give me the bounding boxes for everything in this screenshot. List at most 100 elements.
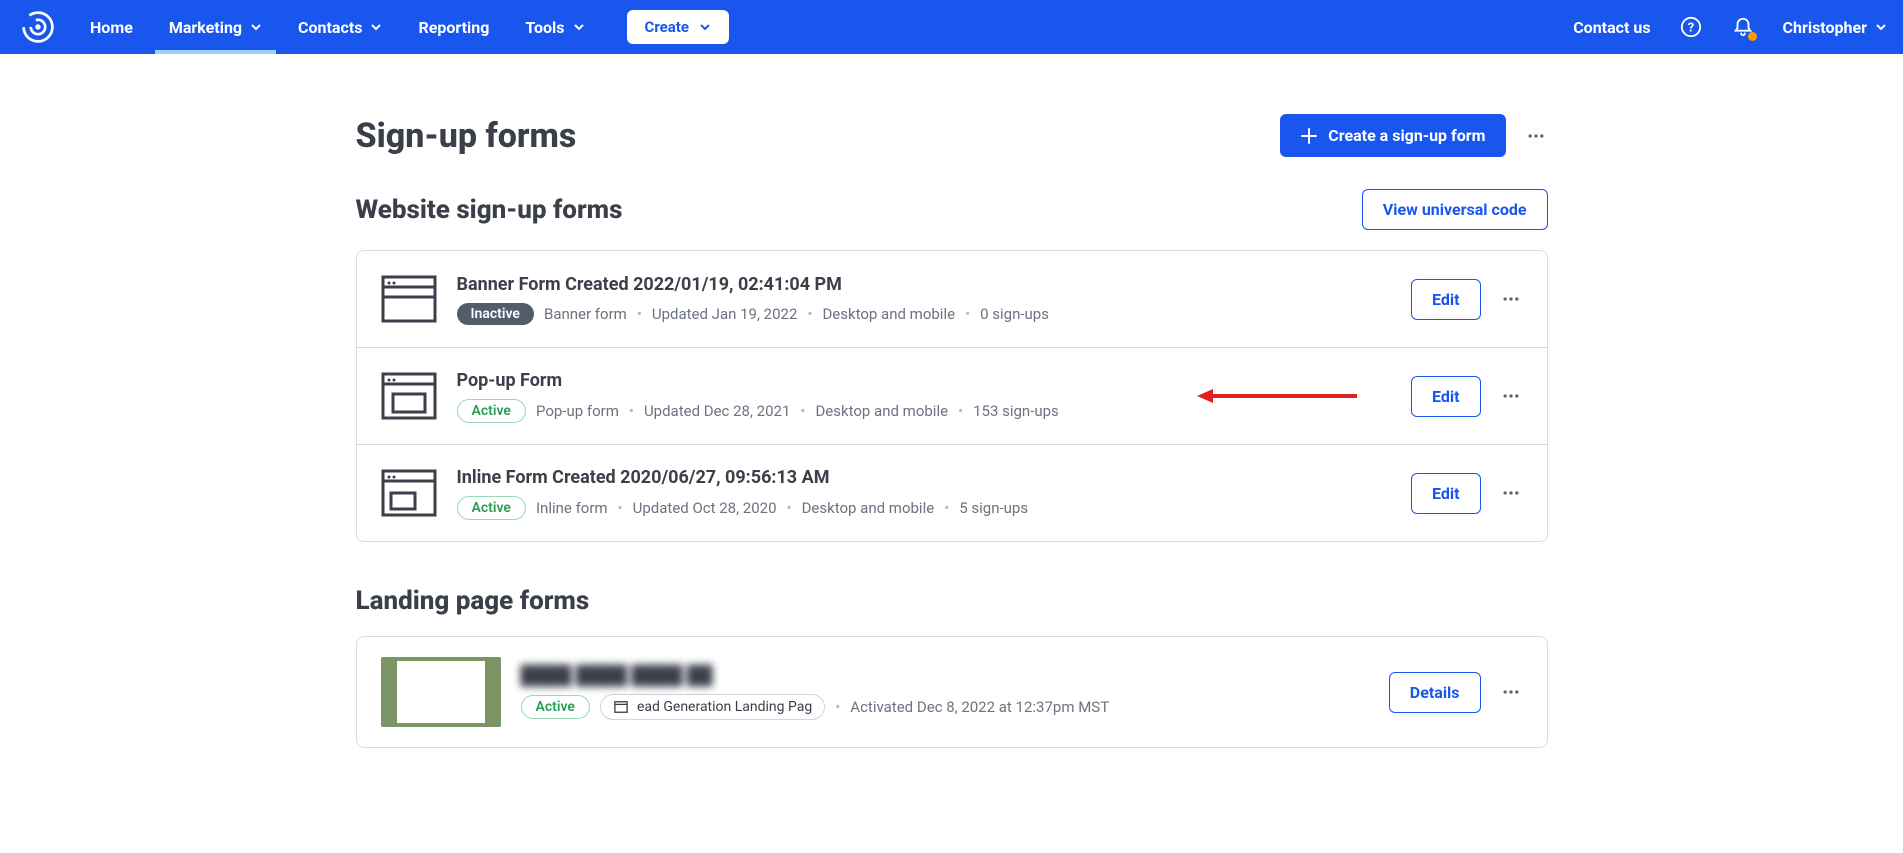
signups-count: 5 sign-ups — [959, 499, 1028, 517]
row-more-button[interactable] — [1499, 481, 1523, 505]
inline-form-icon — [381, 465, 437, 521]
nav-home[interactable]: Home — [84, 0, 139, 54]
username-label: Christopher — [1783, 18, 1867, 37]
chevron-down-icon — [573, 21, 585, 33]
chevron-down-icon — [1875, 21, 1887, 33]
row-actions: Details — [1389, 672, 1523, 713]
edit-button[interactable]: Edit — [1411, 279, 1481, 320]
form-meta: Active Inline form • Updated Oct 28, 202… — [457, 496, 1391, 520]
section-title: Website sign-up forms — [356, 195, 623, 225]
nav-label: Contacts — [298, 18, 362, 37]
nav-marketing[interactable]: Marketing — [163, 0, 268, 54]
separator: • — [965, 305, 970, 323]
updated-date: Updated Jan 19, 2022 — [652, 305, 798, 323]
user-menu[interactable]: Christopher — [1783, 18, 1887, 37]
updated-date: Updated Oct 28, 2020 — [633, 499, 777, 517]
form-name[interactable]: Pop-up Form — [457, 370, 1391, 391]
signups-count: 0 sign-ups — [980, 305, 1049, 323]
separator: • — [958, 402, 963, 420]
button-label: Create a sign-up form — [1328, 126, 1485, 145]
form-meta: Active Pop-up form • Updated Dec 28, 202… — [457, 399, 1391, 423]
nav-tools[interactable]: Tools — [519, 0, 590, 54]
contact-us-link[interactable]: Contact us — [1573, 18, 1650, 37]
row-more-button[interactable] — [1499, 287, 1523, 311]
chevron-down-icon — [699, 21, 711, 33]
landing-form-list: ████ ████ ████ ██ Active ead Generation … — [356, 636, 1548, 748]
chip-label: ead Generation Landing Pag — [637, 699, 812, 715]
webpage-icon — [613, 699, 629, 715]
status-badge: Active — [457, 496, 526, 520]
view-universal-code-button[interactable]: View universal code — [1362, 189, 1548, 230]
form-row: Inline Form Created 2020/06/27, 09:56:13… — [357, 445, 1547, 541]
brand-logo[interactable] — [16, 5, 60, 49]
notification-icon[interactable] — [1731, 15, 1755, 39]
nav-label: Reporting — [418, 18, 489, 37]
devices: Desktop and mobile — [822, 305, 955, 323]
form-row: Pop-up Form Active Pop-up form • Updated… — [357, 348, 1547, 445]
chevron-down-icon — [370, 21, 382, 33]
signups-count: 153 sign-ups — [973, 402, 1059, 420]
create-signup-form-button[interactable]: Create a sign-up form — [1280, 114, 1505, 157]
separator: • — [787, 499, 792, 517]
form-meta: Active ead Generation Landing Pag • Acti… — [521, 694, 1369, 720]
nav-label: Marketing — [169, 18, 242, 37]
separator: • — [835, 698, 840, 716]
create-label: Create — [645, 18, 689, 36]
form-info: ████ ████ ████ ██ Active ead Generation … — [521, 665, 1369, 720]
row-actions: Edit — [1411, 376, 1523, 417]
edit-button[interactable]: Edit — [1411, 473, 1481, 514]
form-row: ████ ████ ████ ██ Active ead Generation … — [357, 637, 1547, 747]
svg-text:?: ? — [1687, 21, 1693, 36]
nav-label: Home — [90, 18, 133, 37]
page-header: Sign-up forms Create a sign-up form — [356, 54, 1548, 189]
nav-right: Contact us ? Christopher — [1573, 15, 1887, 39]
devices: Desktop and mobile — [802, 499, 935, 517]
plus-icon — [1300, 127, 1318, 145]
nav-items: Home Marketing Contacts Reporting Tools … — [84, 0, 729, 54]
edit-button[interactable]: Edit — [1411, 376, 1481, 417]
status-badge: Inactive — [457, 303, 534, 325]
form-type: Inline form — [536, 499, 608, 517]
create-button[interactable]: Create — [627, 10, 729, 44]
status-badge: Active — [457, 399, 526, 423]
form-name[interactable]: Inline Form Created 2020/06/27, 09:56:13… — [457, 467, 1391, 488]
section-title: Landing page forms — [356, 586, 590, 616]
landing-section-header: Landing page forms — [356, 586, 1548, 616]
separator: • — [637, 305, 642, 323]
form-type: Banner form — [544, 305, 627, 323]
landing-page-chip[interactable]: ead Generation Landing Pag — [600, 694, 825, 720]
form-row: Banner Form Created 2022/01/19, 02:41:04… — [357, 251, 1547, 348]
nav-contacts[interactable]: Contacts — [292, 0, 388, 54]
chevron-down-icon — [250, 21, 262, 33]
popup-form-icon — [381, 368, 437, 424]
nav-label: Tools — [525, 18, 564, 37]
page-title: Sign-up forms — [356, 116, 577, 156]
separator: • — [618, 499, 623, 517]
page-more-button[interactable] — [1524, 124, 1548, 148]
notification-dot — [1748, 32, 1757, 41]
status-badge: Active — [521, 695, 590, 719]
separator: • — [800, 402, 805, 420]
details-button[interactable]: Details — [1389, 672, 1481, 713]
form-meta: Inactive Banner form • Updated Jan 19, 2… — [457, 303, 1391, 325]
row-more-button[interactable] — [1499, 384, 1523, 408]
website-section-header: Website sign-up forms View universal cod… — [356, 189, 1548, 230]
help-icon[interactable]: ? — [1679, 15, 1703, 39]
row-actions: Edit — [1411, 473, 1523, 514]
header-actions: Create a sign-up form — [1280, 114, 1547, 157]
form-name[interactable]: ████ ████ ████ ██ — [521, 665, 1369, 686]
banner-form-icon — [381, 271, 437, 327]
top-nav: Home Marketing Contacts Reporting Tools … — [0, 0, 1903, 54]
row-more-button[interactable] — [1499, 680, 1523, 704]
form-name[interactable]: Banner Form Created 2022/01/19, 02:41:04… — [457, 274, 1391, 295]
form-info: Pop-up Form Active Pop-up form • Updated… — [457, 370, 1391, 423]
separator: • — [629, 402, 634, 420]
nav-reporting[interactable]: Reporting — [412, 0, 495, 54]
form-type: Pop-up form — [536, 402, 619, 420]
separator: • — [807, 305, 812, 323]
form-info: Inline Form Created 2020/06/27, 09:56:13… — [457, 467, 1391, 520]
form-info: Banner Form Created 2022/01/19, 02:41:04… — [457, 274, 1391, 325]
activated-date: Activated Dec 8, 2022 at 12:37pm MST — [850, 698, 1109, 716]
row-actions: Edit — [1411, 279, 1523, 320]
landing-page-thumbnail — [381, 657, 501, 727]
